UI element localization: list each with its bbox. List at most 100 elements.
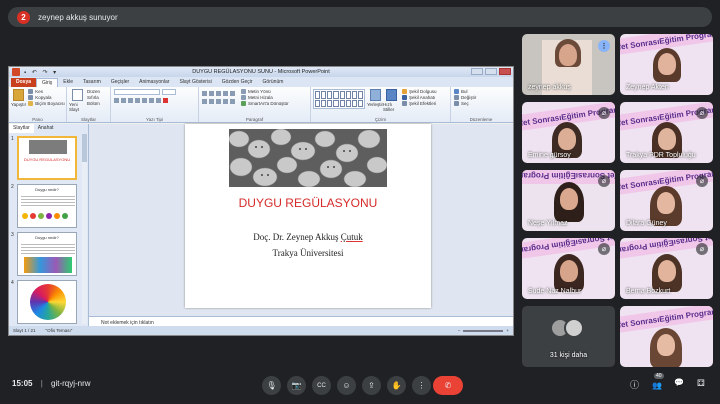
close-icon[interactable] xyxy=(499,68,511,75)
zoom-slider[interactable]: − + xyxy=(458,328,509,333)
info-icon[interactable]: ⓘ xyxy=(630,378,639,391)
tab-review[interactable]: Gözden Geçir xyxy=(217,78,258,87)
slide-thumb-3[interactable]: Duygu nedir? xyxy=(17,232,77,276)
participant-face xyxy=(560,188,578,210)
meeting-controls-bar: 15:05 | git-rqyj-nrw 🎙 📷 CC ☺ ⇪ ✋ ⋮ ✆ ⓘ … xyxy=(0,370,720,404)
ppt-titlebar: ▪ ↶ ↷ ▾ DUYGU REGÜLASYONU SUNU - Microso… xyxy=(9,67,513,77)
select-button[interactable]: Seç xyxy=(454,101,508,106)
minimize-icon[interactable] xyxy=(471,68,483,75)
replace-button[interactable]: Değiştir xyxy=(454,95,508,100)
copy-button[interactable]: Kopyala xyxy=(28,95,65,100)
format-painter-button[interactable]: Biçim Boyacısı xyxy=(28,101,65,106)
paste-button[interactable]: Yapıştır xyxy=(11,89,26,107)
tab-insert[interactable]: Ekle xyxy=(58,78,78,87)
participant-tile[interactable]: Afet SonrasıEğitim Programı ⌀ Dilara Gün… xyxy=(620,170,713,231)
thumb-image xyxy=(29,140,67,154)
font-size-input[interactable] xyxy=(162,89,176,95)
tab-file[interactable]: Dosya xyxy=(11,78,37,87)
cut-button[interactable]: Kes xyxy=(28,89,65,94)
camera-button[interactable]: 📷 xyxy=(287,376,306,395)
thumb-text xyxy=(21,242,75,254)
participant-name: Berna Bozkurt xyxy=(626,288,671,295)
activities-icon[interactable]: ⚃ xyxy=(697,378,705,389)
participant-name: Trakya PDR Topluluğu xyxy=(626,152,696,159)
mic-button[interactable]: 🎙 xyxy=(262,376,281,395)
layout-button[interactable]: Düzen xyxy=(87,89,100,94)
presenter-pill: 2 zeynep akkuş sunuyor xyxy=(8,7,712,27)
tab-slideshow[interactable]: Slayt Gösterisi xyxy=(174,78,216,87)
more-participants-tile[interactable]: 31 kişi daha xyxy=(522,306,615,367)
window-controls xyxy=(471,68,511,75)
tab-design[interactable]: Tasarım xyxy=(78,78,106,87)
outline-pen-icon xyxy=(402,95,407,100)
font-format-buttons[interactable] xyxy=(114,98,195,103)
more-participants-label: 31 kişi daha xyxy=(549,352,588,359)
thumb-number: 3 xyxy=(11,232,14,238)
smartart-button[interactable]: SmartArt'a Dönüştür xyxy=(241,101,289,106)
mic-muted-icon: ⌀ xyxy=(696,175,708,187)
self-view-tile[interactable]: Afet SonrasıEğitim Programı xyxy=(620,306,713,367)
text-direction-icon xyxy=(241,89,246,94)
tab-outline[interactable]: Anahat xyxy=(34,124,58,133)
slide-thumb-2[interactable]: Duygu nedir? xyxy=(17,184,77,228)
new-slide-button[interactable]: Yeni Slayt xyxy=(69,89,85,112)
list-buttons[interactable] xyxy=(202,91,235,96)
meeting-code[interactable]: git-rqyj-nrw xyxy=(51,379,91,388)
shapes-gallery[interactable] xyxy=(313,89,365,109)
smartart-icon xyxy=(241,101,246,106)
find-button[interactable]: Bul xyxy=(454,89,508,94)
section-button[interactable]: Bölüm xyxy=(87,101,100,106)
maximize-icon[interactable] xyxy=(485,68,497,75)
shape-fill-button[interactable]: Şekil Dolgusu xyxy=(402,89,437,94)
more-options-button[interactable]: ⋮ xyxy=(412,376,431,395)
present-button[interactable]: ⇪ xyxy=(362,376,381,395)
shape-effects-button[interactable]: Şekil Efektleri xyxy=(402,101,437,106)
thumb-number: 2 xyxy=(11,184,14,190)
tab-animations[interactable]: Animasyonlar xyxy=(134,78,174,87)
more-options-icon[interactable]: ⋮ xyxy=(598,40,610,52)
font-name-input[interactable] xyxy=(114,89,160,95)
group-label: Çizim xyxy=(374,117,387,122)
chat-icon[interactable]: 💬 xyxy=(674,378,684,387)
emotion-wheel-image xyxy=(30,284,66,320)
tab-view[interactable]: Görünüm xyxy=(258,78,289,87)
participant-tile[interactable]: Afet SonrasıEğitim Programı ⌀ Sude Naz N… xyxy=(522,238,615,299)
quick-styles-button[interactable]: Hızlı Stiller xyxy=(383,89,399,112)
slides-scrollbar[interactable] xyxy=(82,134,87,324)
raise-hand-button[interactable]: ✋ xyxy=(387,376,406,395)
participant-tile[interactable]: Afet SonrasıEğitim Programı Zeynep Akten xyxy=(620,34,713,95)
slide-thumb-1[interactable]: DUYGU REGÜLASYONU xyxy=(17,136,77,180)
slide-canvas: DUYGU REGÜLASYONU Doç. Dr. Zeynep Akkuş … xyxy=(89,124,513,316)
align-text-button[interactable]: Metni Hizala xyxy=(241,95,289,100)
align-buttons[interactable] xyxy=(202,99,235,104)
tab-slides[interactable]: Slaytlar xyxy=(9,124,34,133)
current-slide[interactable]: DUYGU REGÜLASYONU Doç. Dr. Zeynep Akkuş … xyxy=(185,124,431,308)
slide-thumb-4[interactable] xyxy=(17,280,77,324)
meeting-info: 15:05 | git-rqyj-nrw xyxy=(12,379,91,388)
participant-face xyxy=(657,334,675,356)
slide-author: Doç. Dr. Zeynep Akkuş Çutuk xyxy=(253,232,363,242)
text-direction-button[interactable]: Metin Yönü xyxy=(241,89,289,94)
tab-home[interactable]: Giriş xyxy=(36,78,59,87)
emoji-button[interactable]: ☺ xyxy=(337,376,356,395)
people-icon[interactable]: 👥 xyxy=(652,381,662,390)
participant-name: Zeynep Akten xyxy=(626,84,669,91)
shared-screen: ▪ ↶ ↷ ▾ DUYGU REGÜLASYONU SUNU - Microso… xyxy=(8,66,514,336)
thumb-title: Duygu nedir? xyxy=(35,235,59,240)
captions-button[interactable]: CC xyxy=(312,376,331,395)
participant-tile[interactable]: Afet SonrasıEğitim Programı ⌀ Neşe Yılma… xyxy=(522,170,615,231)
participant-face xyxy=(658,260,676,282)
reset-button[interactable]: Sıfırla xyxy=(87,95,100,100)
participant-tile[interactable]: Afet SonrasıEğitim Programı ⌀ Berna Bozk… xyxy=(620,238,713,299)
quick-styles-icon xyxy=(385,89,397,101)
participant-tile[interactable]: Afet SonrasıEğitim Programı ⌀ Emine gürs… xyxy=(522,102,615,163)
participant-tile[interactable]: Afet SonrasıEğitim Programı ⌀ Trakya PDR… xyxy=(620,102,713,163)
end-call-button[interactable]: ✆ xyxy=(433,376,463,395)
tab-transitions[interactable]: Geçişler xyxy=(106,78,134,87)
shape-outline-button[interactable]: Şekil Anahatı xyxy=(402,95,437,100)
participant-tile[interactable]: ⋮ zeynep akkuş xyxy=(522,34,615,95)
participant-name: zeynep akkuş xyxy=(528,84,571,91)
arrange-button[interactable]: Yerleştir xyxy=(367,89,383,107)
slide-counter: Slayt 1 / 21 xyxy=(13,328,36,333)
mic-muted-icon: ⌀ xyxy=(696,107,708,119)
